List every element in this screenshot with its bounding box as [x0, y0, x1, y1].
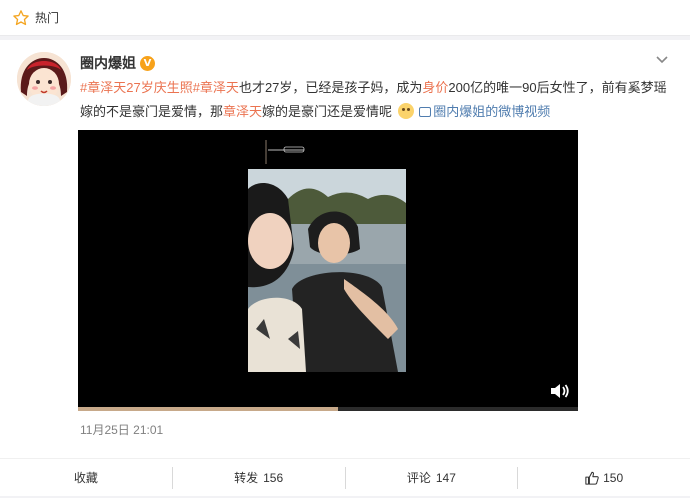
mention-link[interactable]: 章泽天	[200, 80, 239, 95]
video-progress-fill	[78, 407, 338, 411]
post-timestamp[interactable]: 11月25日 21:01	[80, 421, 163, 438]
author-label: 圈内爆姐	[80, 55, 136, 71]
video-link-label: 圈内爆姐的微博视频	[433, 104, 551, 119]
repost-count: 156	[263, 470, 284, 485]
smiley-emoji-icon	[397, 103, 414, 119]
avatar[interactable]	[17, 52, 71, 106]
hot-bar: 热门	[0, 0, 690, 36]
post-text: #章泽天27岁庆生照#章泽天也才27岁，已经是孩子妈，成为身价200亿的唯一90…	[80, 76, 670, 124]
mention-link[interactable]: 章泽天	[223, 104, 262, 119]
author-name[interactable]: 圈内爆姐 V	[80, 53, 155, 73]
comment-count: 147	[435, 470, 456, 485]
post-text-part: 也才27岁，已经是孩子妈，成为	[238, 80, 423, 95]
action-bar: 收藏 转发 156 评论 147 150	[0, 458, 690, 496]
favorite-button[interactable]: 收藏	[0, 466, 173, 489]
keyword-link[interactable]: 身价	[422, 80, 448, 95]
video-icon	[419, 107, 432, 117]
video-link[interactable]: 圈内爆姐的微博视频	[419, 104, 550, 119]
chevron-down-icon[interactable]	[655, 55, 669, 65]
video-player[interactable]	[78, 130, 578, 411]
thumbs-up-icon	[585, 471, 599, 485]
post-card: 圈内爆姐 V #章泽天27岁庆生照#章泽天也才27岁，已经是孩子妈，成为身价20…	[0, 40, 690, 458]
volume-icon[interactable]	[550, 383, 570, 399]
like-count: 150	[603, 470, 624, 485]
topic-tag[interactable]: #章泽天27岁庆生照#	[80, 80, 200, 95]
verified-badge-icon: V	[140, 55, 155, 71]
like-button[interactable]: 150	[518, 467, 690, 489]
video-frame	[248, 169, 406, 372]
comment-label: 评论	[406, 471, 431, 485]
comment-button[interactable]: 评论 147	[346, 466, 519, 489]
post-text-part: 嫁的是豪门还是爱情呢	[262, 104, 393, 119]
video-progress-bar[interactable]	[78, 407, 578, 411]
repost-label: 转发	[234, 471, 259, 485]
hot-label: 热门	[35, 11, 60, 25]
favorite-label: 收藏	[73, 471, 98, 485]
repost-button[interactable]: 转发 156	[173, 466, 346, 489]
video-overlay-marker	[265, 140, 305, 164]
star-outline-icon	[13, 9, 29, 25]
